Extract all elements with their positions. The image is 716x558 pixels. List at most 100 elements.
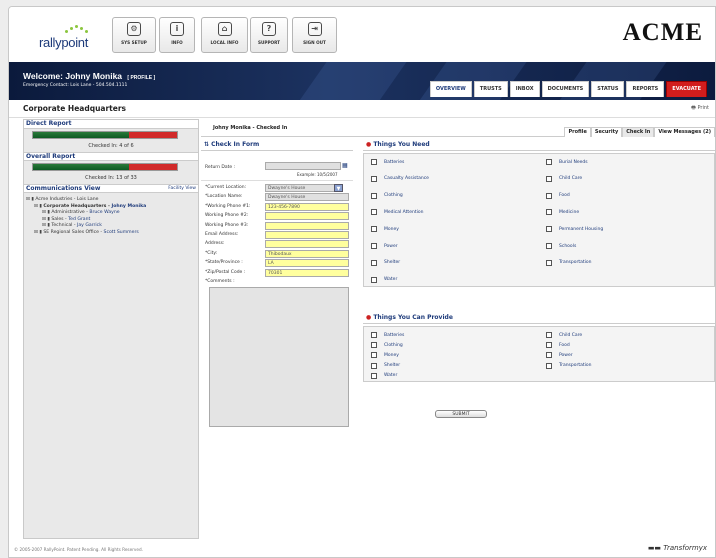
- tab-check-in[interactable]: Check In: [622, 127, 655, 137]
- calendar-icon[interactable]: ▦: [342, 162, 348, 169]
- checkbox-row[interactable]: Medicine: [546, 209, 579, 216]
- checkbox[interactable]: [371, 226, 377, 233]
- field-label: *City:: [205, 250, 218, 256]
- checkbox[interactable]: [371, 243, 377, 249]
- field-input[interactable]: LA: [265, 259, 349, 268]
- checkbox-row[interactable]: Money: [371, 352, 399, 359]
- tab-status[interactable]: STATUS: [591, 81, 625, 97]
- tab-security[interactable]: Security: [590, 127, 623, 137]
- submit-button[interactable]: SUBMIT: [435, 410, 487, 418]
- checkbox-row[interactable]: Child Care: [546, 332, 582, 338]
- checkbox[interactable]: [546, 362, 552, 369]
- checkbox[interactable]: [546, 159, 552, 165]
- profile-link[interactable]: [ PROFILE ]: [127, 75, 155, 81]
- info-icon: i: [170, 22, 184, 36]
- return-date-input[interactable]: [265, 162, 341, 170]
- checkbox[interactable]: [546, 243, 552, 249]
- tree-node-person[interactable]: Jay Garrick: [77, 223, 102, 228]
- checkbox-row[interactable]: Casualty Assistance: [371, 175, 429, 182]
- checkbox[interactable]: [546, 209, 552, 216]
- checkbox-row[interactable]: Burial Needs: [546, 159, 588, 165]
- dropdown-arrow-icon[interactable]: ▼: [334, 184, 343, 192]
- field-input[interactable]: [265, 231, 349, 239]
- support-label: SUPPORT: [257, 40, 280, 45]
- field-input[interactable]: [265, 240, 349, 249]
- field-input[interactable]: 70301: [265, 268, 349, 277]
- checkbox-row[interactable]: Transportation: [546, 362, 592, 369]
- field-input[interactable]: 123-456-7890: [265, 202, 349, 211]
- sys-setup-button[interactable]: ⚙ SYS SETUP: [112, 17, 156, 53]
- tab-evacuate[interactable]: EVACUATE: [666, 81, 707, 97]
- checkbox-row[interactable]: Water: [371, 276, 397, 283]
- field-input[interactable]: Thibodaux: [265, 249, 349, 258]
- print-button[interactable]: 🖶 Print: [691, 105, 709, 113]
- checkbox-row[interactable]: Batteries: [371, 159, 404, 165]
- info-button[interactable]: i INFO: [159, 17, 195, 53]
- rallypoint-logo[interactable]: rallypoint: [33, 19, 93, 51]
- checkbox-label: Shelter: [384, 363, 401, 369]
- tab-view-messages-2[interactable]: View Messages (2): [654, 127, 715, 137]
- checkbox-row[interactable]: Water: [371, 372, 397, 379]
- return-date-example: Example: 10/5/2007: [297, 172, 338, 177]
- checkbox-row[interactable]: Schools: [546, 243, 576, 249]
- checkbox[interactable]: [546, 192, 552, 199]
- sign-out-button[interactable]: ⇥ SIGN OUT: [292, 17, 337, 53]
- checkbox-row[interactable]: Power: [371, 243, 398, 249]
- checkbox[interactable]: [371, 209, 377, 216]
- tree-node-person[interactable]: Johny Monika: [112, 204, 147, 209]
- logo-text: rallypoint: [39, 35, 89, 50]
- facility-view-link[interactable]: Facility View: [168, 186, 196, 191]
- checkbox[interactable]: [371, 192, 377, 199]
- tab-reports[interactable]: REPORTS: [626, 81, 665, 97]
- checkbox-row[interactable]: Batteries: [371, 332, 404, 338]
- tab-trusts[interactable]: TRUSTS: [473, 81, 508, 97]
- checkbox-row[interactable]: Money: [371, 226, 399, 233]
- local-info-button[interactable]: ⌂ LOCAL INFO: [201, 17, 248, 53]
- checkbox[interactable]: [371, 159, 377, 165]
- checkbox[interactable]: [371, 175, 377, 182]
- tab-profile[interactable]: Profile: [564, 127, 591, 137]
- support-button[interactable]: ? SUPPORT: [250, 17, 288, 53]
- checkbox[interactable]: [546, 259, 552, 266]
- comments-textarea[interactable]: [209, 287, 349, 427]
- checkbox-row[interactable]: Shelter: [371, 362, 401, 369]
- checkbox-row[interactable]: Transportation: [546, 259, 592, 266]
- checkbox[interactable]: [371, 372, 377, 379]
- checkbox[interactable]: [371, 362, 377, 369]
- checkbox-row[interactable]: Child Care: [546, 175, 582, 182]
- checkbox-row[interactable]: Shelter: [371, 259, 400, 266]
- checkbox-row[interactable]: Permanent Housing: [546, 226, 603, 233]
- tab-overview[interactable]: OVERVIEW: [429, 81, 472, 97]
- tree-node[interactable]: ⊟ ▮ SE Regional Sales Office - Scott Sum…: [26, 230, 196, 237]
- communications-view-title[interactable]: Communications View: [26, 185, 100, 192]
- checkbox[interactable]: [546, 226, 552, 233]
- tab-inbox[interactable]: INBOX: [509, 81, 540, 97]
- checkbox-row[interactable]: Power: [546, 352, 573, 359]
- app-window: rallypoint ⚙ SYS SETUP i INFO ⌂ LOCAL INFO? SU…: [8, 6, 716, 558]
- tree-node-person[interactable]: Ted Grant: [68, 217, 90, 222]
- tree-node-person[interactable]: Scott Summers: [104, 230, 139, 235]
- tree-node-person[interactable]: Bruce Wayne: [89, 210, 119, 215]
- checkbox[interactable]: [371, 276, 377, 283]
- comments-label: *Comments :: [205, 279, 235, 284]
- field-input[interactable]: Dwayne's House: [265, 184, 343, 192]
- checkbox-label: Child Care: [559, 332, 583, 338]
- checkbox[interactable]: [371, 259, 377, 266]
- field-input[interactable]: Dwayne's House: [265, 193, 349, 202]
- field-input[interactable]: [265, 212, 349, 221]
- checkbox-label: Casualty Assistance: [384, 176, 429, 182]
- tab-documents[interactable]: DOCUMENTS: [541, 81, 590, 97]
- checkbox[interactable]: [546, 332, 552, 338]
- checkbox-row[interactable]: Food: [546, 342, 570, 349]
- checkbox[interactable]: [546, 352, 552, 359]
- checkbox[interactable]: [371, 332, 377, 338]
- checkbox[interactable]: [371, 342, 377, 349]
- checkbox-row[interactable]: Medical Attention: [371, 209, 423, 216]
- checkbox-row[interactable]: Clothing: [371, 192, 403, 199]
- checkbox[interactable]: [546, 175, 552, 182]
- checkbox-row[interactable]: Food: [546, 192, 570, 199]
- checkbox-row[interactable]: Clothing: [371, 342, 403, 349]
- checkbox[interactable]: [371, 352, 377, 359]
- checkbox[interactable]: [546, 342, 552, 349]
- field-input[interactable]: [265, 221, 349, 230]
